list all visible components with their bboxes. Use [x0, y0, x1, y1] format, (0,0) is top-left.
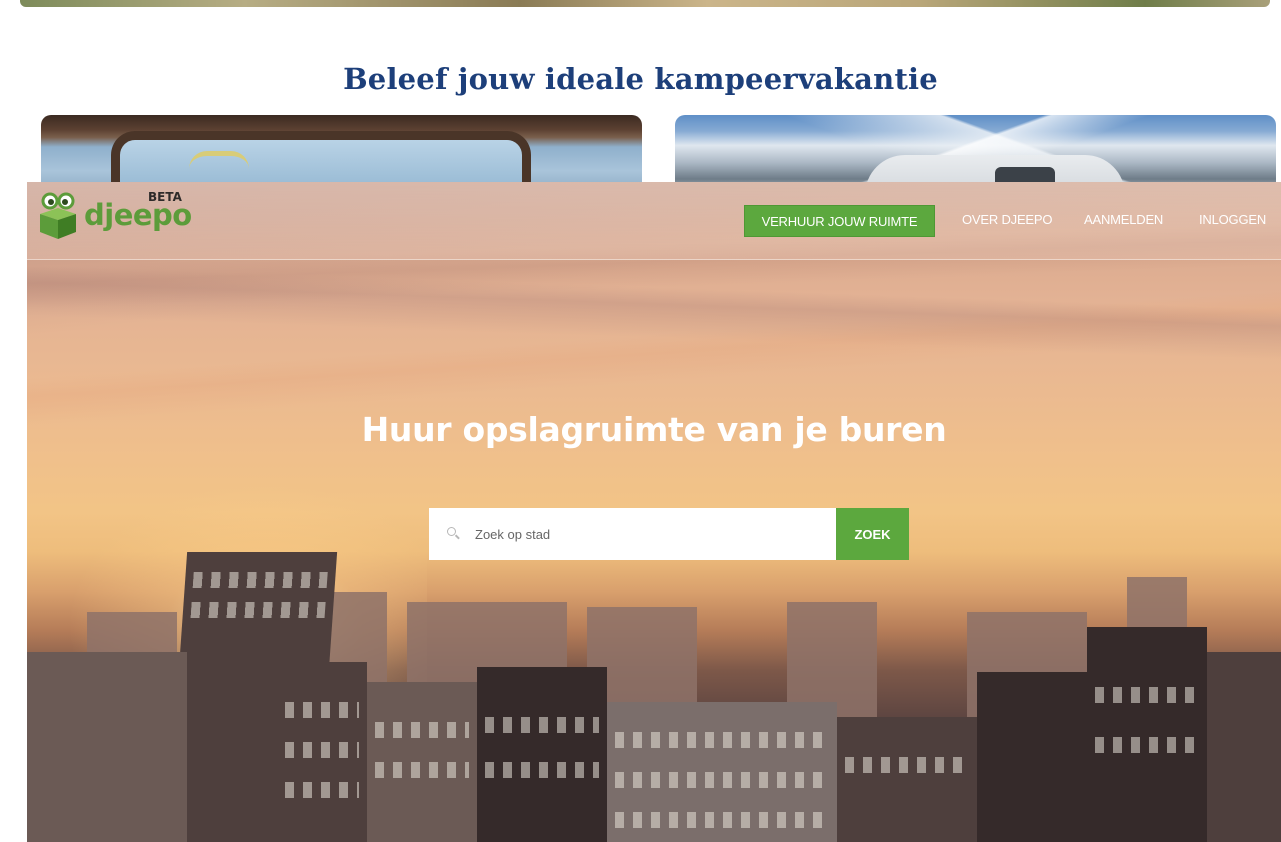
nav-link-login[interactable]: INLOGGEN — [1199, 212, 1266, 227]
nav-link-about[interactable]: OVER DJEEPO — [962, 212, 1052, 227]
djeepo-page: djeepo BETA VERHUUR JOUW RUIMTE OVER DJE… — [27, 182, 1281, 842]
search-box[interactable] — [429, 508, 836, 560]
background-heading: Beleef jouw ideale kampeervakantie — [343, 62, 938, 96]
search-button[interactable]: ZOEK — [836, 508, 909, 560]
djeepo-logo[interactable]: djeepo BETA — [36, 190, 206, 242]
search-icon — [447, 527, 461, 541]
beta-badge: BETA — [148, 190, 182, 204]
city-skyline — [27, 542, 1281, 842]
nav-link-signup[interactable]: AANMELDEN — [1084, 212, 1163, 227]
package-box-with-eyes-icon — [40, 192, 76, 239]
city-search-input[interactable] — [475, 526, 815, 542]
top-navigation: djeepo BETA VERHUUR JOUW RUIMTE OVER DJE… — [27, 182, 1281, 260]
hero-title: Huur opslagruimte van je buren — [361, 410, 947, 449]
city-search-form: ZOEK — [429, 508, 909, 560]
background-top-image-strip — [20, 0, 1270, 7]
paraglider-shape — [189, 151, 249, 169]
rent-your-space-button[interactable]: VERHUUR JOUW RUIMTE — [744, 205, 935, 237]
